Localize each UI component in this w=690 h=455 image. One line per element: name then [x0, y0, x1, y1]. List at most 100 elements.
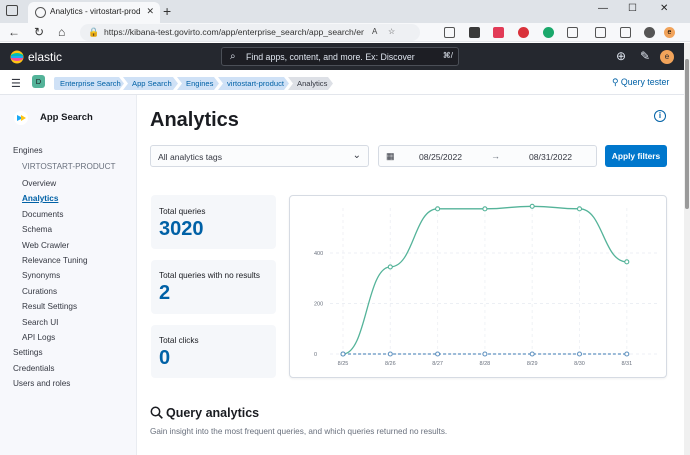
new-tab-icon[interactable]: + — [163, 3, 171, 19]
queries-line-chart: 0 200 400 8/25 8/26 8/27 8/28 8/29 8/30 8/31 — [314, 203, 658, 367]
breadcrumb-app-search[interactable]: App Search — [123, 77, 178, 90]
maximize-icon[interactable]: ☐ — [628, 3, 637, 14]
query-analytics-description: Gain insight into the most frequent quer… — [150, 427, 448, 436]
sidebar-item-synonyms[interactable]: Synonyms — [22, 271, 60, 280]
sidebar-item-web-crawler[interactable]: Web Crawler — [22, 241, 69, 250]
page-title: Analytics — [150, 109, 239, 131]
space-badge[interactable]: D — [32, 75, 45, 88]
sidebar-item-result-settings[interactable]: Result Settings — [22, 302, 77, 311]
y-tick-label: 400 — [314, 251, 323, 257]
sidebar-item-credentials[interactable]: Credentials — [13, 364, 54, 373]
y-tick-label: 0 — [314, 352, 317, 358]
news-feed-icon[interactable]: ✎ — [640, 49, 650, 63]
data-point — [529, 351, 535, 357]
tab-close-icon[interactable]: ✕ — [146, 6, 154, 17]
add-favorite-icon[interactable]: ☆ — [388, 27, 395, 36]
screenshot-icon[interactable] — [444, 27, 455, 38]
global-search-input[interactable]: ⌕ Find apps, content, and more. Ex: Disc… — [221, 47, 459, 66]
query-tester-icon: ⚲ — [612, 77, 621, 87]
favorites-icon[interactable] — [620, 27, 631, 38]
data-point — [576, 206, 583, 212]
profile-avatar[interactable]: e — [664, 27, 675, 38]
chevron-down-icon: ⌄ — [352, 150, 361, 161]
sidebar-item-settings[interactable]: Settings — [13, 348, 43, 357]
app-search-logo-icon — [14, 111, 28, 125]
breadcrumb-enterprise-search[interactable]: Enterprise Search — [54, 77, 124, 90]
sidebar-item-curations[interactable]: Curations — [22, 287, 57, 296]
extension-a-icon[interactable] — [493, 27, 504, 38]
home-icon[interactable]: ⌂ — [58, 25, 65, 39]
sidebar-item-documents[interactable]: Documents — [22, 210, 63, 219]
apply-filters-button[interactable]: Apply filters — [605, 145, 667, 167]
data-point — [529, 203, 535, 209]
sidebar-engine-name[interactable]: VIRTOSTART-PRODUCT — [22, 162, 116, 171]
window-menu-icon[interactable] — [6, 5, 18, 16]
browser-tab-analytics[interactable]: Analytics - virtostart-product - E ✕ — [28, 2, 160, 23]
x-tick-label: 8/27 — [432, 361, 443, 367]
menu-toggle-icon[interactable]: ☰ — [11, 77, 21, 90]
sidebar-title: App Search — [40, 112, 93, 123]
data-point — [435, 351, 441, 357]
extension-green-icon[interactable] — [543, 27, 554, 38]
arrow-right-icon: → — [491, 151, 500, 161]
data-point — [576, 351, 583, 357]
x-tick-label: 8/30 — [574, 361, 585, 367]
date-range-picker: ▦ 08/25/2022 → 08/31/2022 — [378, 145, 597, 167]
help-icon[interactable]: ⊕ — [616, 49, 626, 63]
minimize-icon[interactable]: — — [598, 3, 608, 14]
collections-icon[interactable] — [595, 27, 606, 38]
sidebar-item-schema[interactable]: Schema — [22, 225, 52, 234]
query-tester-button[interactable]: ⚲ Query tester — [612, 77, 669, 88]
start-date-field[interactable]: 08/25/2022 — [419, 152, 462, 162]
read-aloud-icon[interactable]: A — [372, 27, 377, 36]
sidebar-item-relevance-tuning[interactable]: Relevance Tuning — [22, 256, 88, 265]
breadcrumb-bar: ☰ D Enterprise Search App Search Engines… — [0, 70, 684, 95]
tab-favicon-icon — [35, 7, 46, 18]
address-bar[interactable]: 🔒 https://kibana-test.govirto.com/app/en… — [80, 24, 420, 41]
stat-value: 0 — [159, 347, 171, 369]
back-icon[interactable]: ← — [8, 25, 20, 39]
stat-total-queries: Total queries 3020 — [151, 195, 276, 249]
user-avatar[interactable]: e — [660, 50, 674, 64]
magnifier-icon — [150, 406, 163, 419]
data-point — [482, 206, 488, 212]
tab-title: Analytics - virtostart-product - E — [50, 7, 140, 16]
address-url: https://kibana-test.govirto.com/app/ente… — [104, 27, 364, 37]
extension-red-icon[interactable] — [518, 27, 529, 38]
profile-icon[interactable] — [644, 27, 655, 38]
sidebar-item-analytics[interactable]: Analytics — [22, 194, 58, 203]
elastic-brand[interactable]: elastic — [28, 50, 62, 64]
end-date-field[interactable]: 08/31/2022 — [529, 152, 572, 162]
data-point — [435, 206, 441, 212]
info-icon[interactable]: i — [654, 110, 666, 122]
sidebar-item-api-logs[interactable]: API Logs — [22, 333, 55, 342]
analytics-chart-panel: 0 200 400 8/25 8/26 8/27 8/28 8/29 8/30 8/31 — [289, 195, 667, 378]
stat-total-clicks: Total clicks 0 — [151, 325, 276, 378]
data-point — [624, 351, 630, 357]
extension-icon[interactable] — [469, 27, 480, 38]
refresh-icon[interactable]: ↻ — [34, 25, 44, 39]
breadcrumb-engine[interactable]: virtostart-product — [218, 77, 289, 90]
scrollbar-thumb[interactable] — [685, 59, 689, 209]
analytics-tags-select[interactable]: All analytics tags ⌄ — [150, 145, 369, 167]
x-tick-label: 8/28 — [480, 361, 491, 367]
sidebar-item-users-roles[interactable]: Users and roles — [13, 379, 70, 388]
browser-toolbar: ← ↻ ⌂ 🔒 https://kibana-test.govirto.com/… — [0, 23, 690, 42]
close-window-icon[interactable]: ✕ — [660, 3, 668, 14]
page-scrollbar[interactable] — [684, 43, 690, 455]
calendar-icon[interactable]: ▦ — [386, 151, 395, 162]
x-tick-label: 8/26 — [385, 361, 396, 367]
breadcrumb-engines[interactable]: Engines — [177, 77, 219, 90]
stat-label: Total clicks — [159, 336, 199, 345]
sidebar-item-engines[interactable]: Engines — [13, 146, 43, 155]
sidebar-item-overview[interactable]: Overview — [22, 179, 56, 188]
data-point — [340, 351, 346, 357]
extensions-icon[interactable] — [567, 27, 578, 38]
data-point — [387, 264, 393, 270]
stat-no-results: Total queries with no results 2 — [151, 260, 276, 314]
search-placeholder: Find apps, content, and more. Ex: Discov… — [246, 52, 415, 62]
sidebar-item-search-ui[interactable]: Search UI — [22, 318, 58, 327]
stat-value: 3020 — [159, 218, 204, 240]
elastic-logo-icon[interactable] — [10, 50, 24, 64]
sidebar: App Search Engines VIRTOSTART-PRODUCT Ov… — [0, 95, 137, 455]
